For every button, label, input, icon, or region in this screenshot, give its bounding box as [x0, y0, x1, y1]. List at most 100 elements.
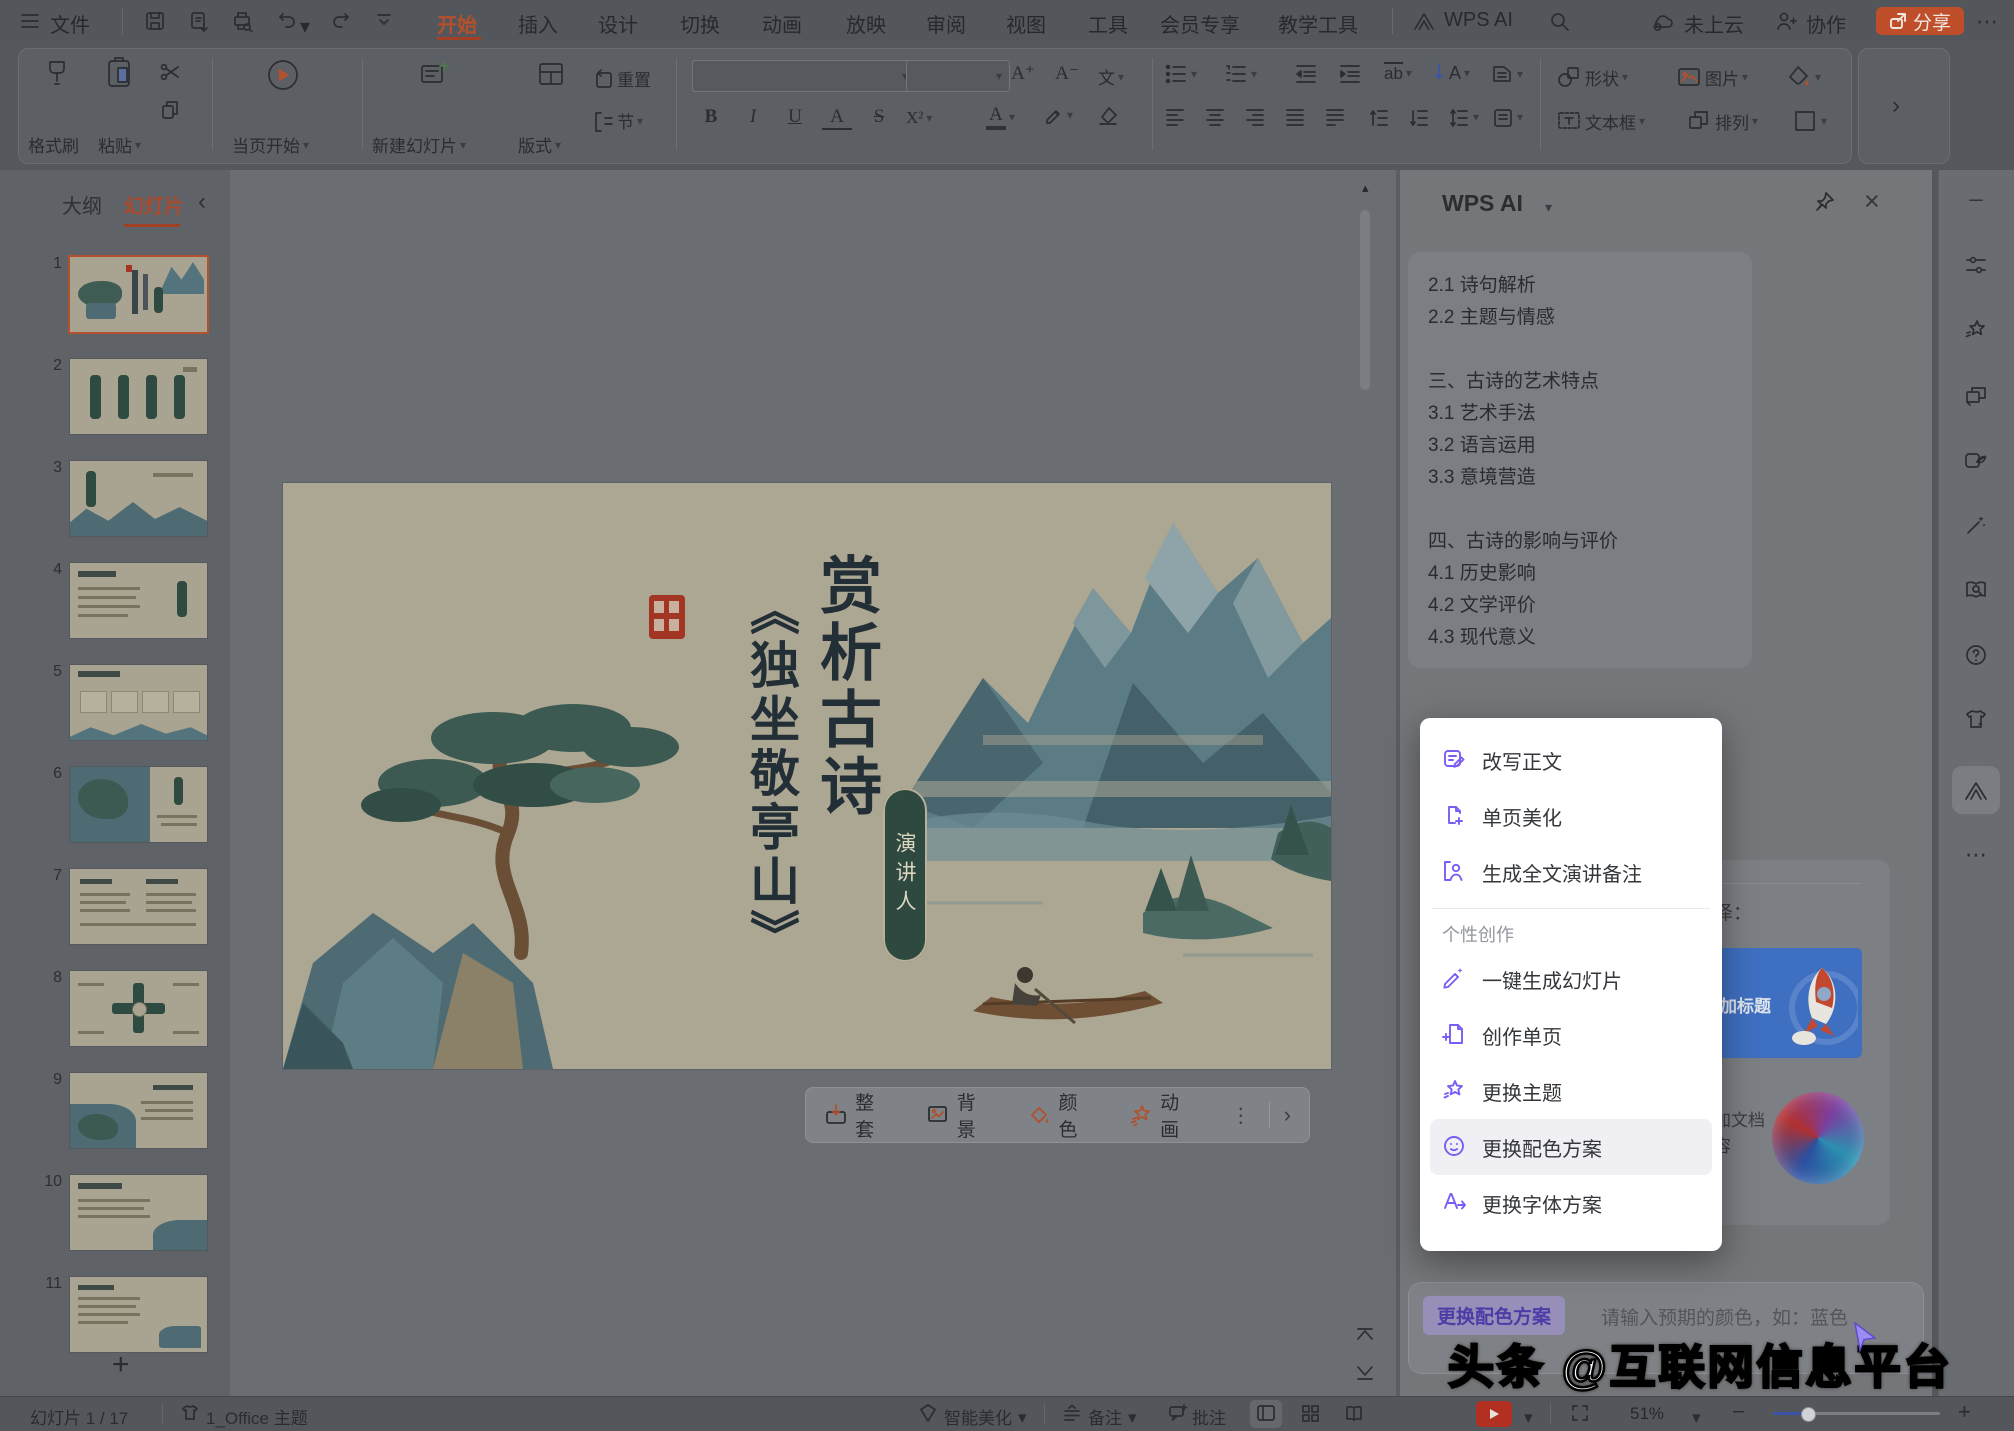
menu-item-beautify-page[interactable]: 单页美化: [1420, 788, 1722, 844]
magic-wand-icon[interactable]: [1963, 512, 1989, 538]
decrease-indent-icon[interactable]: [1294, 62, 1318, 86]
reference-search-icon[interactable]: [1963, 577, 1989, 603]
help-icon[interactable]: [1963, 642, 1989, 668]
play-dropdown-icon[interactable]: ▾: [1524, 1409, 1533, 1426]
clear-format-icon[interactable]: [1096, 104, 1120, 128]
material-library-icon[interactable]: [1963, 447, 1989, 473]
underline-button[interactable]: U: [780, 106, 810, 128]
outline-frame-button[interactable]: ▾: [1792, 108, 1827, 134]
collaborate-label[interactable]: 协作: [1806, 9, 1846, 38]
previous-slide-button[interactable]: [1352, 1320, 1378, 1350]
zoom-dropdown-icon[interactable]: ▾: [1692, 1409, 1701, 1426]
spacing-increase-icon[interactable]: [1368, 106, 1390, 128]
wps-ai-menu[interactable]: WPS AI: [1444, 9, 1513, 32]
play-from-current-icon[interactable]: [264, 56, 302, 94]
wps-ai-logo-icon[interactable]: [1412, 10, 1436, 32]
ribbon-more-icon[interactable]: ›: [1892, 92, 1900, 120]
smart-beautify-icon[interactable]: [918, 1403, 938, 1423]
search-icon[interactable]: [1548, 10, 1570, 32]
numbered-list-button[interactable]: ▾: [1224, 62, 1257, 86]
highlight-button[interactable]: ▾: [1042, 104, 1073, 126]
increase-font-button[interactable]: A⁺: [1008, 62, 1038, 85]
collapse-strip-icon[interactable]: ─: [1963, 188, 1989, 214]
tab-animation[interactable]: 动画: [762, 9, 802, 38]
strip-more-icon[interactable]: ⋯: [1963, 842, 1989, 868]
strikethrough-button[interactable]: S: [864, 106, 894, 128]
full-set-button[interactable]: 整套: [824, 1088, 892, 1142]
comments-icon[interactable]: [1168, 1403, 1188, 1423]
format-painter-button[interactable]: 格式刷: [28, 132, 79, 157]
wps-ai-panel-icon[interactable]: [1963, 778, 1989, 804]
zoom-level[interactable]: 51%: [1630, 1404, 1664, 1424]
layout-icon[interactable]: [536, 58, 568, 90]
theme-skin-icon[interactable]: [1963, 707, 1989, 733]
slide-thumbnail-11[interactable]: 11: [70, 1277, 207, 1352]
cloud-status-icon[interactable]: [1650, 10, 1676, 32]
picture-button[interactable]: 图片▾: [1676, 64, 1748, 90]
menu-item-change-color-scheme[interactable]: 更换配色方案: [1430, 1119, 1712, 1175]
ai-panel-dropdown-icon[interactable]: ▾: [1545, 200, 1552, 214]
scroll-up-icon[interactable]: ▴: [1362, 180, 1369, 196]
paste-button[interactable]: 粘贴▾: [98, 132, 141, 157]
slide-thumbnail-7[interactable]: 7: [70, 869, 207, 944]
undo-dropdown-icon[interactable]: ▾: [300, 17, 310, 37]
tab-transition[interactable]: 切换: [680, 9, 720, 38]
slide-thumbnail-4[interactable]: 4: [70, 563, 207, 638]
font-color-button[interactable]: A▾: [986, 104, 1015, 130]
comments-button[interactable]: 批注: [1192, 1404, 1226, 1429]
section-button[interactable]: 节▾: [592, 108, 643, 133]
fill-color-button[interactable]: ▾: [1786, 64, 1821, 90]
undo-icon[interactable]: [276, 10, 298, 32]
play-from-current-button[interactable]: 当页开始▾: [232, 132, 309, 157]
tab-view[interactable]: 视图: [1006, 9, 1046, 38]
view-normal-icon[interactable]: [1256, 1403, 1276, 1423]
smart-beautify-button[interactable]: 智能美化: [944, 1404, 1012, 1429]
add-slide-button[interactable]: +: [112, 1348, 130, 1382]
customize-quickbar-icon[interactable]: [374, 10, 394, 30]
font-size-select[interactable]: ▾: [906, 60, 1010, 92]
notes-button[interactable]: 备注: [1088, 1404, 1122, 1429]
bold-button[interactable]: B: [696, 106, 726, 128]
spacing-decrease-icon[interactable]: [1408, 106, 1430, 128]
shapes-button[interactable]: 形状▾: [1556, 64, 1628, 90]
align-left-icon[interactable]: [1164, 106, 1186, 128]
menu-item-generate-slides[interactable]: 一键生成幻灯片: [1420, 951, 1722, 1007]
tab-member[interactable]: 会员专享: [1160, 9, 1240, 38]
animation-button[interactable]: 动画: [1129, 1088, 1197, 1142]
slide-thumbnail-8[interactable]: 8: [70, 971, 207, 1046]
pin-panel-icon[interactable]: [1812, 190, 1836, 214]
increase-indent-icon[interactable]: [1338, 62, 1362, 86]
zoom-slider-handle[interactable]: [1801, 1407, 1816, 1422]
tab-tools[interactable]: 工具: [1088, 9, 1128, 38]
decrease-font-button[interactable]: A⁻: [1052, 62, 1082, 85]
copy-icon[interactable]: [158, 98, 182, 122]
distribute-icon[interactable]: [1324, 106, 1346, 128]
export-icon[interactable]: [188, 10, 210, 32]
chevron-down-icon[interactable]: ▾: [1128, 1409, 1137, 1426]
reset-button[interactable]: 重置: [592, 66, 651, 91]
slide-canvas[interactable]: 赏析古诗 《独坐敬亭山》 演讲人: [283, 483, 1331, 1069]
chevron-down-icon[interactable]: ▾: [1018, 1409, 1027, 1426]
tab-insert[interactable]: 插入: [518, 9, 558, 38]
menu-item-speech-notes[interactable]: 生成全文演讲备注: [1420, 844, 1722, 900]
paragraph-settings-button[interactable]: ▾: [1492, 106, 1523, 128]
tab-slides-view[interactable]: 幻灯片: [124, 190, 184, 219]
bullet-list-button[interactable]: ▾: [1164, 62, 1197, 86]
tab-home[interactable]: 开始: [437, 9, 477, 38]
redo-icon[interactable]: [330, 10, 352, 32]
new-slide-icon[interactable]: [418, 58, 450, 90]
menu-item-change-theme[interactable]: 更换主题: [1420, 1063, 1722, 1119]
file-menu[interactable]: 文件: [50, 9, 90, 38]
italic-button[interactable]: I: [738, 106, 768, 128]
collapse-sidebar-icon[interactable]: ‹: [198, 188, 206, 216]
layout-button[interactable]: 版式▾: [518, 132, 561, 157]
tab-slideshow[interactable]: 放映: [846, 9, 886, 38]
play-slideshow-button[interactable]: [1476, 1401, 1512, 1427]
theme-name[interactable]: 1_Office 主题: [206, 1404, 308, 1429]
textbox-button[interactable]: 文本框▾: [1556, 108, 1645, 134]
cut-icon[interactable]: [158, 60, 182, 84]
tab-outline-view[interactable]: 大纲: [62, 190, 102, 219]
text-direction-button[interactable]: A▾: [1432, 62, 1470, 84]
char-border-button[interactable]: A: [822, 106, 852, 130]
collaborate-icon[interactable]: [1774, 10, 1798, 32]
